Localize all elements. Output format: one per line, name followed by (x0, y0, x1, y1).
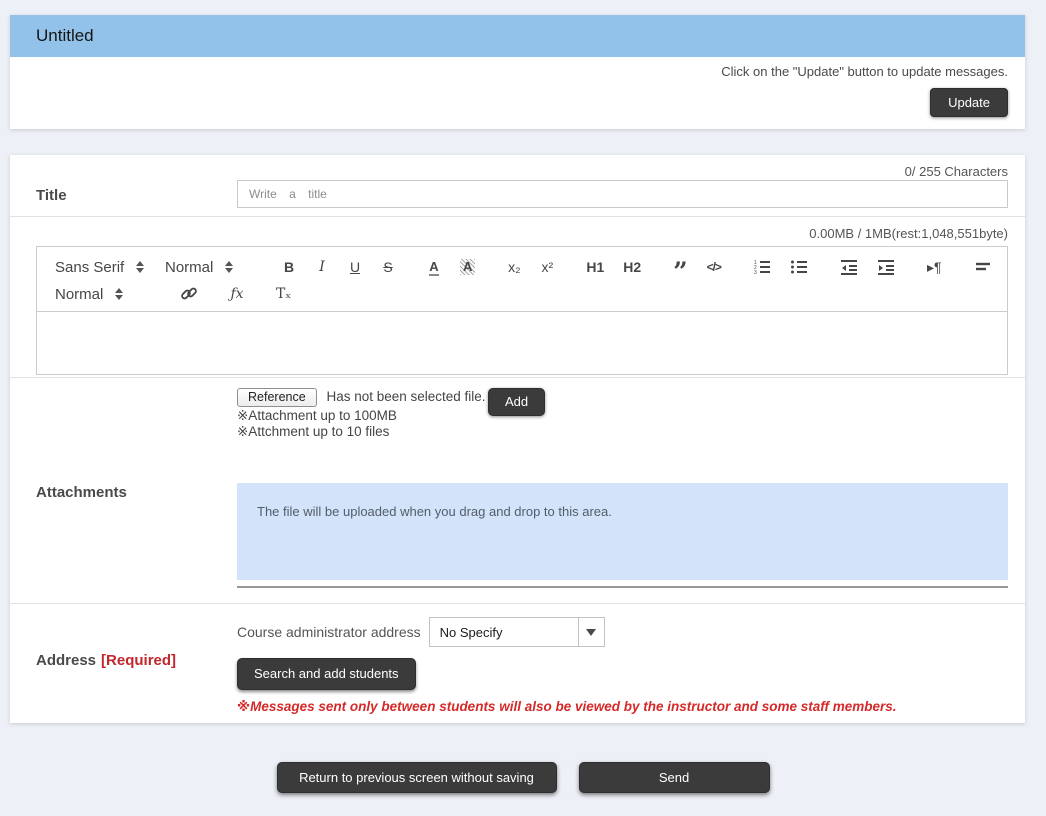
footer-actions: Return to previous screen without saving… (0, 762, 1046, 793)
link-icon (180, 285, 198, 303)
course-admin-address-select[interactable]: No Specify (429, 617, 605, 647)
add-attachment-button[interactable]: Add (488, 388, 545, 416)
link-button[interactable] (177, 282, 201, 306)
update-note: Click on the "Update" button to update m… (27, 64, 1008, 79)
title-section: 0/ 255 Characters Title (10, 155, 1025, 217)
indent-button[interactable] (874, 255, 898, 279)
return-without-saving-button[interactable]: Return to previous screen without saving (277, 762, 557, 793)
header2-button[interactable]: H2 (620, 255, 644, 279)
message-form-card: 0/ 255 Characters Title 0.00MB / 1MB(res… (10, 155, 1025, 723)
superscript-button[interactable]: x² (537, 255, 557, 279)
text-color-icon: A (429, 259, 438, 276)
attachment-count-note: ※Attchment up to 10 files (237, 424, 1008, 440)
header1-button[interactable]: H1 (583, 255, 607, 279)
clean-format-button[interactable]: Tₓ (273, 282, 294, 306)
heading-picker-label: Normal (165, 259, 213, 276)
background-color-icon: A (460, 259, 475, 275)
update-panel: Click on the "Update" button to update m… (10, 57, 1025, 129)
editor-toolbar: Sans Serif Normal B I U S A A (37, 247, 1007, 312)
blockquote-button[interactable]: ” (670, 255, 690, 279)
font-picker-label: Sans Serif (55, 259, 124, 276)
picker-arrows-icon (225, 261, 233, 273)
text-color-button[interactable]: A (424, 255, 444, 279)
svg-text:3: 3 (754, 270, 757, 276)
outdent-icon (840, 258, 858, 276)
bold-button[interactable]: B (279, 255, 299, 279)
message-title: Untitled (36, 26, 94, 46)
address-section: Address [Required] Course administrator a… (10, 604, 1025, 723)
required-badge: [Required] (101, 652, 176, 669)
editor-content-area[interactable] (37, 312, 1007, 374)
attachment-size-note: ※Attachment up to 100MB (237, 408, 1008, 424)
outdent-button[interactable] (837, 255, 861, 279)
italic-button[interactable]: I (312, 255, 332, 279)
file-dropzone[interactable]: The file will be uploaded when you drag … (237, 483, 1008, 580)
ordered-list-icon: 123 (753, 258, 771, 276)
text-direction-button[interactable]: ▸¶ (924, 255, 945, 279)
title-char-counter: 0/ 255 Characters (36, 163, 1008, 180)
update-button[interactable]: Update (930, 88, 1008, 117)
title-label: Title (36, 180, 237, 208)
search-add-students-button[interactable]: Search and add students (237, 658, 416, 690)
bullet-list-icon (790, 258, 808, 276)
align-button[interactable] (971, 255, 995, 279)
address-label-text: Address (36, 652, 96, 669)
code-block-button[interactable]: </> (704, 255, 724, 279)
strikethrough-button[interactable]: S (378, 255, 398, 279)
background-color-button[interactable]: A (457, 255, 478, 279)
send-button[interactable]: Send (579, 762, 770, 793)
editor-size-info: 0.00MB / 1MB(rest:1,048,551byte) (36, 225, 1008, 242)
address-label: Address [Required] (36, 617, 237, 715)
heading-picker[interactable]: Normal (165, 259, 253, 276)
size-picker-label: Normal (55, 286, 103, 303)
picker-arrows-icon (115, 288, 123, 300)
reference-file-button[interactable]: Reference (237, 388, 317, 407)
course-admin-address-value: No Specify (430, 618, 578, 646)
bullet-list-button[interactable] (787, 255, 811, 279)
ordered-list-button[interactable]: 123 (750, 255, 774, 279)
message-title-bar: Untitled (10, 15, 1025, 57)
rich-text-editor: Sans Serif Normal B I U S A A (36, 246, 1008, 375)
formula-button[interactable]: ƒx (227, 282, 247, 306)
subscript-button[interactable]: x₂ (504, 255, 524, 279)
size-picker[interactable]: Normal (55, 286, 151, 303)
underline-button[interactable]: U (345, 255, 365, 279)
align-icon (974, 258, 992, 276)
picker-arrows-icon (136, 261, 144, 273)
attachments-section: Attachments Reference Has not been selec… (10, 378, 1025, 604)
message-header-card: Untitled Click on the "Update" button to… (10, 15, 1025, 129)
course-admin-address-label: Course administrator address (237, 624, 421, 640)
indent-icon (877, 258, 895, 276)
title-input[interactable] (237, 180, 1008, 208)
no-file-selected-text: Has not been selected file. (326, 389, 485, 404)
font-picker[interactable]: Sans Serif (55, 259, 151, 276)
student-message-warning: ※Messages sent only between students wil… (237, 699, 1008, 715)
body-editor-section: 0.00MB / 1MB(rest:1,048,551byte) Sans Se… (10, 217, 1025, 378)
attachments-label: Attachments (36, 388, 237, 603)
select-dropdown-arrow-icon (578, 618, 604, 646)
dropzone-text: The file will be uploaded when you drag … (257, 504, 612, 519)
